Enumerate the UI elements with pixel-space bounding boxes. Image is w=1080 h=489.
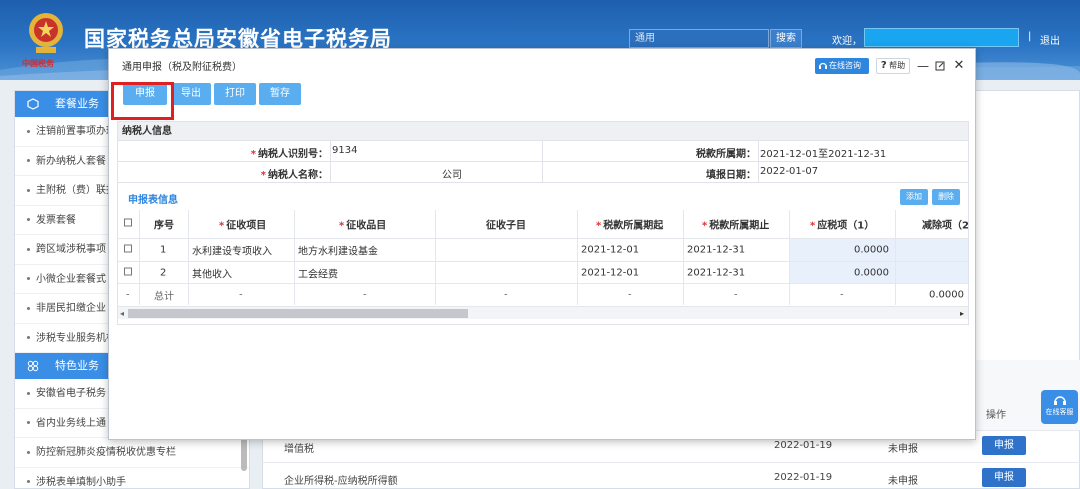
deduction-amount-input[interactable] (896, 239, 968, 261)
taxable-amount-input[interactable]: 0.0000 (790, 239, 896, 261)
total-row: - 总计 - - - - - - 0.0000 (118, 283, 968, 305)
declare-button[interactable]: 申报 (982, 468, 1026, 487)
sidebar-item[interactable]: 涉税表单填制小助手 (15, 468, 249, 489)
minimize-icon[interactable]: — (917, 58, 929, 74)
fill-date-value: 2022-01-07 (760, 166, 819, 177)
deduction-amount-input[interactable] (896, 262, 968, 283)
due-date: 2022-01-19 (774, 440, 833, 451)
tax-emblem-icon (29, 13, 63, 53)
online-service-button[interactable]: 在线客服 (1041, 390, 1078, 424)
search-button[interactable]: 搜索 (770, 29, 802, 48)
question-icon: ? (880, 60, 887, 71)
dialog-toolbar: 申报 导出 打印 暂存 (109, 81, 975, 113)
taxpayer-info-row: * 纳税人识别号： 9134 税款所属期： 2021-12-01至2021-12-… (117, 141, 969, 162)
fill-date-label: 填报日期： (706, 170, 756, 181)
status-text: 未申报 (888, 476, 918, 487)
search-input[interactable]: 通用 (629, 29, 769, 48)
table-header-row: 序号 * 征收项目 * 征收品目 征收子目 * 税款所属期起 * 税款所属期止 * 应税项… (118, 210, 968, 238)
maximize-icon[interactable] (935, 61, 945, 71)
row-checkbox[interactable] (124, 267, 132, 275)
close-icon[interactable]: ✕ (952, 58, 966, 74)
sidebar-item[interactable]: 防控新冠肺炎疫情税收优惠专栏 (15, 438, 249, 468)
taxpayer-section-title: 纳税人信息 (117, 121, 969, 141)
form-section-header: 申报表信息 添加 删除 (117, 183, 969, 210)
op-column-header: 操作 (986, 410, 1006, 421)
logout-link[interactable]: 退出 (1040, 32, 1060, 47)
levy-category-cell[interactable]: 工会经费 (295, 262, 436, 283)
table-row: 企业所得税-应纳税所得额 2022-01-19 未申报 申报 (262, 462, 1080, 489)
declaration-dialog: 通用申报（税及附征税费） 在线咨询 ? 帮助 — ✕ 申报 导出 打印 暂存 纳… (108, 48, 976, 440)
save-draft-button[interactable]: 暂存 (259, 83, 301, 105)
form-section-title: 申报表信息 (128, 195, 178, 206)
headset-icon (1053, 396, 1066, 405)
welcome-text: 欢迎， (832, 36, 862, 47)
table-row: 1 水利建设专项收入 地方水利建设基金 2021-12-01 2021-12-3… (118, 238, 968, 261)
period-end-cell[interactable]: 2021-12-31 (684, 239, 790, 261)
cube-icon (27, 98, 39, 110)
period-end-cell[interactable]: 2021-12-31 (684, 262, 790, 283)
levy-subitem-cell[interactable] (436, 262, 578, 283)
tax-name: 企业所得税-应纳税所得额 (284, 476, 398, 487)
levy-item-cell[interactable]: 其他收入 (189, 262, 295, 283)
delete-row-button[interactable]: 删除 (932, 189, 960, 205)
declaration-table: 序号 * 征收项目 * 征收品目 征收子目 * 税款所属期起 * 税款所属期止 * 应税项… (117, 210, 969, 325)
status-text: 未申报 (888, 444, 918, 455)
help-button[interactable]: ? 帮助 (876, 58, 910, 74)
levy-category-cell[interactable]: 地方水利建设基金 (295, 239, 436, 261)
scroll-right-icon[interactable]: ▸ (960, 309, 964, 318)
tax-name: 增值税 (284, 444, 314, 455)
headset-icon (818, 62, 828, 69)
scroll-left-icon[interactable]: ◂ (120, 309, 124, 318)
annotation-highlight-box (111, 82, 174, 120)
period-start-cell[interactable]: 2021-12-01 (578, 262, 684, 283)
print-button[interactable]: 打印 (214, 83, 256, 105)
levy-item-cell[interactable]: 水利建设专项收入 (189, 239, 295, 261)
declare-button[interactable]: 申报 (982, 436, 1026, 455)
taxpayer-info-row: * 纳税人名称： 公司 填报日期： 2022-01-07 (117, 162, 969, 183)
export-button[interactable]: 导出 (171, 83, 211, 105)
taxpayer-id-label: 纳税人识别号： (258, 149, 328, 160)
taxpayer-name-value: 公司 (442, 170, 462, 181)
taxpayer-id-value: 9134 (332, 145, 358, 156)
dialog-title: 通用申报（税及附征税费） (122, 62, 242, 73)
dialog-content: 纳税人信息 * 纳税人识别号： 9134 税款所属期： 2021-12-01至20… (117, 121, 969, 325)
logo-caption: 中国税务 (22, 58, 54, 68)
add-row-button[interactable]: 添加 (900, 189, 928, 205)
tax-period-label: 税款所属期： (696, 149, 756, 160)
header-separator: | (1028, 31, 1032, 42)
grid-icon (27, 360, 39, 372)
scrollbar-thumb[interactable] (128, 309, 468, 318)
table-horizontal-scrollbar[interactable]: ◂ ▸ (118, 306, 968, 319)
user-name-redacted (864, 28, 1019, 47)
levy-subitem-cell[interactable] (436, 239, 578, 261)
select-all-checkbox[interactable] (124, 218, 132, 227)
row-checkbox[interactable] (124, 244, 132, 253)
table-row: 2 其他收入 工会经费 2021-12-01 2021-12-31 0.0000 (118, 261, 968, 283)
tax-period-value: 2021-12-01至2021-12-31 (760, 149, 887, 160)
due-date: 2022-01-19 (774, 472, 833, 483)
taxpayer-name-label: 纳税人名称： (268, 170, 328, 181)
taxable-amount-input[interactable]: 0.0000 (790, 262, 896, 283)
online-consult-button[interactable]: 在线咨询 (815, 58, 869, 74)
period-start-cell[interactable]: 2021-12-01 (578, 239, 684, 261)
